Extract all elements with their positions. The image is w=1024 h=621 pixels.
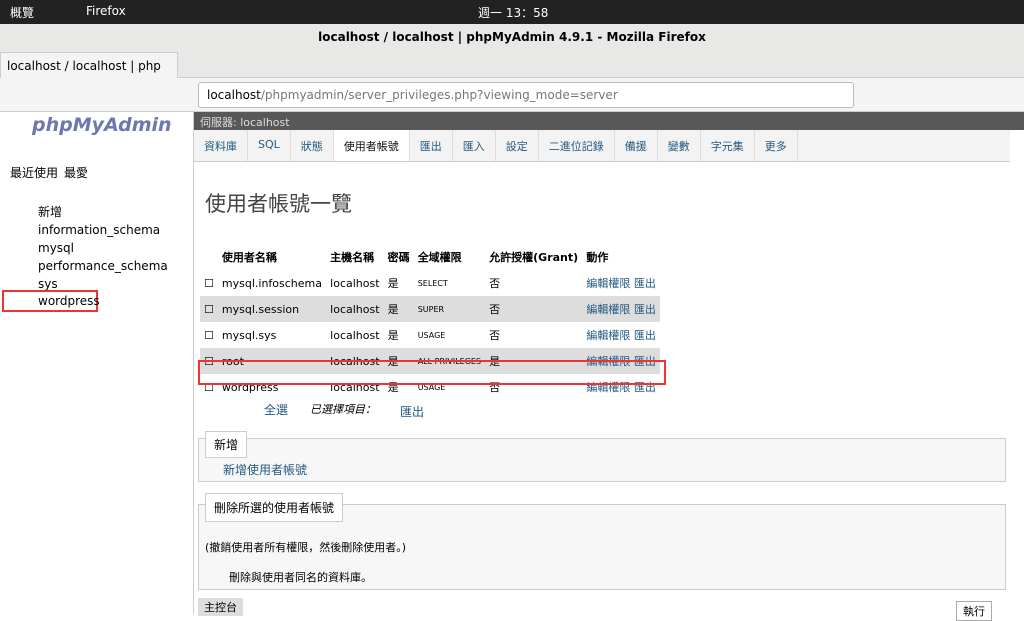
select-all[interactable]: 全選 xyxy=(264,401,288,418)
new-user-fieldset: 新增新增使用者帳號 xyxy=(198,431,1006,482)
drop-db-option[interactable]: 刪除與使用者同名的資料庫。 xyxy=(229,569,372,585)
highlight-wordpress-row xyxy=(198,360,666,385)
server-breadcrumb[interactable]: 伺服器: localhost xyxy=(194,112,1024,130)
cell: 是 xyxy=(387,303,399,316)
delete-note: (撤銷使用者所有權限，然後刪除使用者。) xyxy=(205,541,407,554)
app-menu[interactable]: Firefox xyxy=(86,4,126,18)
tab-export[interactable]: 匯出 xyxy=(410,130,453,161)
window-title: localhost / localhost | phpMyAdmin 4.9.1… xyxy=(0,24,1024,50)
tab-sql[interactable]: SQL xyxy=(248,130,291,161)
edit-privileges-link[interactable]: 編輯權限 xyxy=(586,329,630,342)
export-selected[interactable]: 匯出 xyxy=(400,403,424,420)
add-user-link[interactable]: 新增使用者帳號 xyxy=(223,461,307,478)
export-link[interactable]: 匯出 xyxy=(634,303,656,316)
delete-fieldset: 刪除所選的使用者帳號 (撤銷使用者所有權限，然後刪除使用者。) 刪除與使用者同名的資… xyxy=(198,493,1006,590)
col-global[interactable]: 全域權限 xyxy=(414,244,485,270)
url-host: localhost xyxy=(207,88,261,102)
cell: SELECT xyxy=(417,278,448,288)
tab-databases[interactable]: 資料庫 xyxy=(194,130,248,161)
activities[interactable]: 概覽 xyxy=(10,4,34,21)
col-password[interactable]: 密碼 xyxy=(384,244,414,270)
db-item[interactable]: performance_schema xyxy=(38,257,168,275)
go-button[interactable]: 執行 xyxy=(956,601,992,621)
cell: mysql.infoschema xyxy=(221,276,322,290)
row-checkbox[interactable]: ☐ xyxy=(200,296,218,322)
pma-logo[interactable]: phpMyAdmin xyxy=(32,114,172,136)
edit-privileges-link[interactable]: 編輯權限 xyxy=(586,303,630,316)
main-menu: 資料庫 SQL 狀態 使用者帳號 匯出 匯入 設定 二進位記錄 備援 變數 字元集 更多 xyxy=(194,130,1010,162)
tab-binlog[interactable]: 二進位記錄 xyxy=(539,130,615,161)
tab-more[interactable]: 更多 xyxy=(755,130,798,161)
tab-variables[interactable]: 變數 xyxy=(658,130,701,161)
db-item-wordpress[interactable]: wordpress xyxy=(2,290,100,312)
cell: 是 xyxy=(387,277,399,290)
row-checkbox[interactable]: ☐ xyxy=(200,270,218,296)
console-tab[interactable]: 主控台 xyxy=(198,598,243,616)
db-item[interactable]: information_schema xyxy=(38,221,168,239)
cell: USAGE xyxy=(417,330,446,340)
tab-charsets[interactable]: 字元集 xyxy=(701,130,755,161)
db-item[interactable]: mysql xyxy=(38,239,168,257)
tab-status[interactable]: 狀態 xyxy=(291,130,334,161)
with-selected-label: 已選擇項目： xyxy=(310,403,376,416)
new-legend: 新增 xyxy=(205,431,248,458)
col-action[interactable]: 動作 xyxy=(582,244,660,270)
cell: 否 xyxy=(489,329,501,342)
edit-privileges-link[interactable]: 編輯權限 xyxy=(586,277,630,290)
cell: mysql.sys xyxy=(221,328,277,342)
tab-bar: localhost / localhost | php xyxy=(0,50,1024,78)
cell: SUPER xyxy=(417,304,445,314)
checkbox-col xyxy=(200,244,218,270)
tab-settings[interactable]: 設定 xyxy=(496,130,539,161)
url-bar[interactable]: localhost/phpmyadmin/server_privileges.p… xyxy=(198,82,854,108)
col-host[interactable]: 主機名稱 xyxy=(326,244,383,270)
url-path: /phpmyadmin/server_privileges.php?viewin… xyxy=(260,88,618,102)
cell: mysql.session xyxy=(221,302,300,316)
db-list: information_schema mysql performance_schem… xyxy=(38,221,168,293)
col-grant[interactable]: 允許授權(Grant) xyxy=(485,244,582,270)
col-user[interactable]: 使用者名稱 xyxy=(218,244,326,270)
browser-tab[interactable]: localhost / localhost | php xyxy=(0,52,178,78)
cell: 否 xyxy=(489,277,501,290)
tab-user-accounts[interactable]: 使用者帳號 xyxy=(333,130,410,161)
tab-import[interactable]: 匯入 xyxy=(453,130,496,161)
cell: localhost xyxy=(330,302,380,316)
cell: 是 xyxy=(387,329,399,342)
table-row[interactable]: ☐ mysql.session localhost 是 SUPER 否 編輯權限 匯出 xyxy=(200,296,660,322)
recent-button[interactable]: 最近使用 xyxy=(10,164,58,181)
export-link[interactable]: 匯出 xyxy=(634,329,656,342)
tab-replication[interactable]: 備援 xyxy=(615,130,658,161)
export-link[interactable]: 匯出 xyxy=(634,277,656,290)
row-checkbox[interactable]: ☐ xyxy=(200,322,218,348)
sidebar: phpMyAdmin 最近使用 最愛 新增 information_schema m… xyxy=(0,112,194,614)
cell: localhost xyxy=(330,276,380,290)
table-row[interactable]: ☐ mysql.infoschema localhost 是 SELECT 否 編輯權限 匯… xyxy=(200,270,660,296)
cell: localhost xyxy=(330,328,380,342)
page-title: 使用者帳號一覽 xyxy=(205,192,352,216)
new-db-link[interactable]: 新增 xyxy=(38,203,62,220)
clock: 週一 13：58 xyxy=(478,6,549,20)
nav-bar: localhost/phpmyadmin/server_privileges.p… xyxy=(0,78,1024,112)
favorites-button[interactable]: 最愛 xyxy=(64,164,88,181)
top-bar: 概覽 Firefox 週一 13：58 xyxy=(0,0,1024,24)
table-row[interactable]: ☐ mysql.sys localhost 是 USAGE 否 編輯權限 匯出 xyxy=(200,322,660,348)
cell: 否 xyxy=(489,303,501,316)
delete-legend: 刪除所選的使用者帳號 xyxy=(205,493,344,522)
